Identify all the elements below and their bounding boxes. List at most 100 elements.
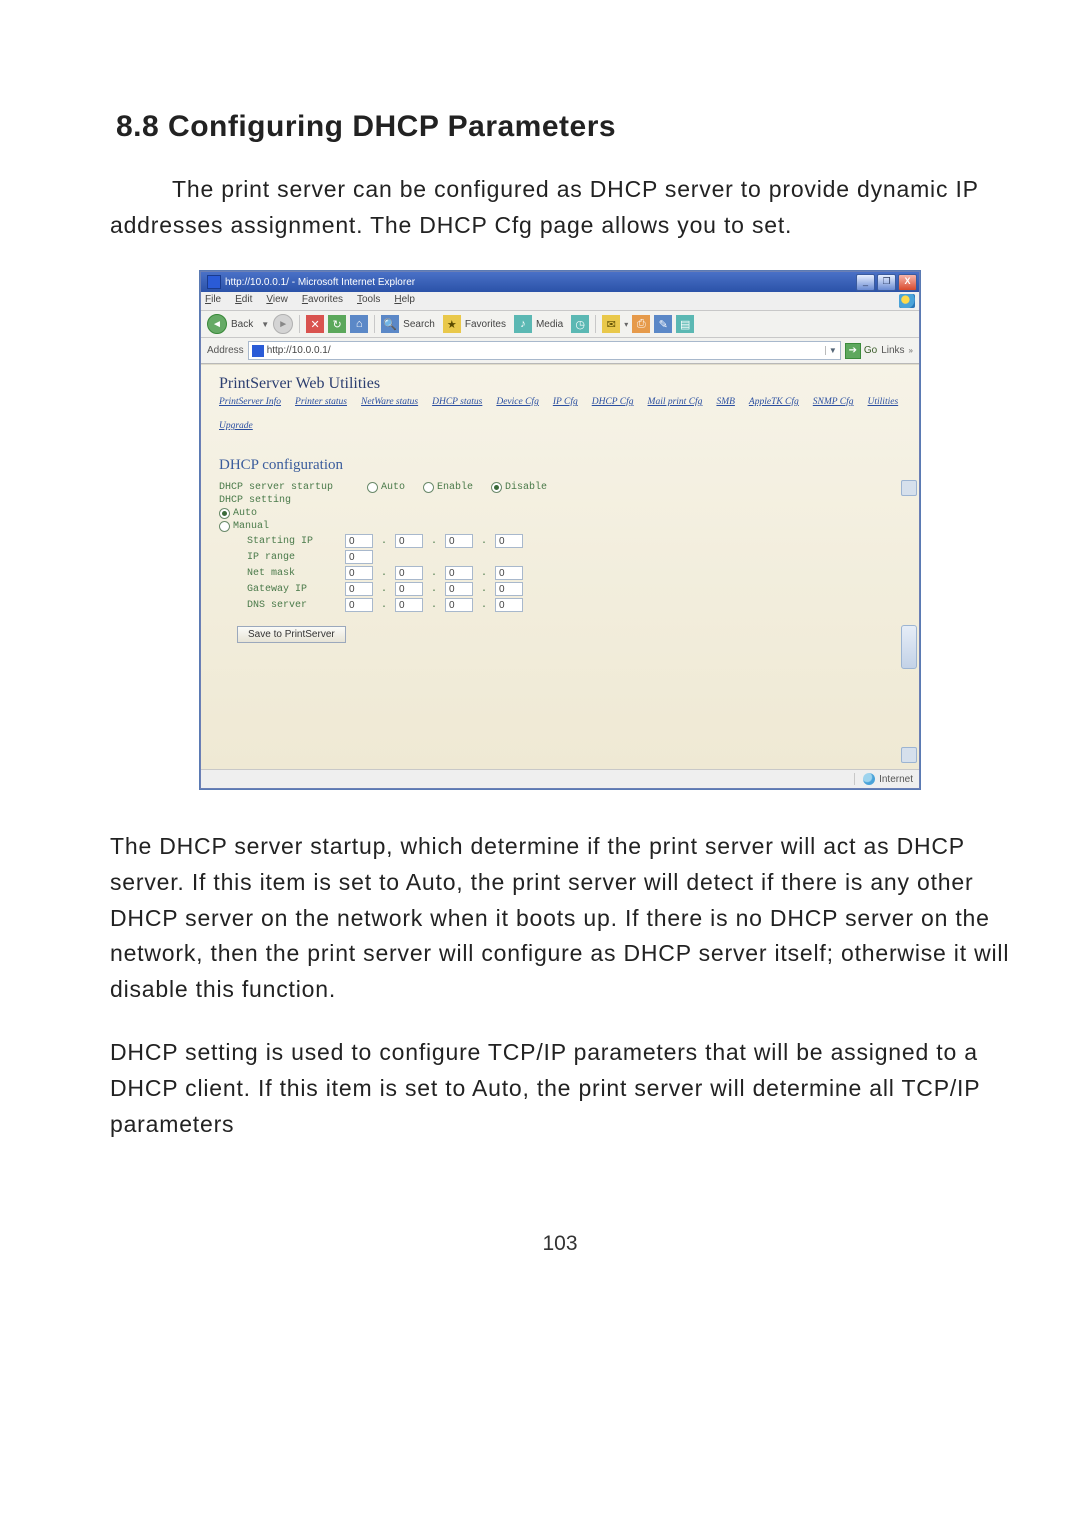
nav-device-cfg[interactable]: Device Cfg <box>496 397 538 407</box>
toolbar-separator <box>374 315 375 333</box>
netmask-octet3[interactable] <box>445 566 473 580</box>
favorites-icon[interactable]: ★ <box>443 315 461 333</box>
mail-dropdown-icon[interactable]: ▾ <box>624 320 628 329</box>
nav-printer-status[interactable]: Printer status <box>295 397 347 407</box>
close-button[interactable]: X <box>898 274 917 291</box>
nav-dhcp-status[interactable]: DHCP status <box>432 397 482 407</box>
document-page: 8.8 Configuring DHCP Parameters The prin… <box>0 0 1080 1316</box>
starting-ip-octet2[interactable] <box>395 534 423 548</box>
startup-disable-radio[interactable]: Disable <box>491 482 547 493</box>
dns-octet2[interactable] <box>395 598 423 612</box>
status-bar: Internet <box>201 769 919 788</box>
toolbar-separator <box>595 315 596 333</box>
starting-ip-octet1[interactable] <box>345 534 373 548</box>
media-icon[interactable]: ♪ <box>514 315 532 333</box>
menu-file[interactable]: File <box>205 294 221 308</box>
media-label: Media <box>536 319 563 330</box>
discuss-icon[interactable]: ▤ <box>676 315 694 333</box>
save-button[interactable]: Save to PrintServer <box>237 626 346 643</box>
scroll-up-button[interactable] <box>901 480 917 496</box>
gateway-octet3[interactable] <box>445 582 473 596</box>
back-dropdown-icon[interactable]: ▼ <box>261 320 269 329</box>
netmask-row: Net mask . . . <box>219 566 919 580</box>
section-heading: 8.8 Configuring DHCP Parameters <box>116 110 1010 144</box>
radio-label: Disable <box>505 482 547 493</box>
edit-icon[interactable]: ✎ <box>654 315 672 333</box>
radio-icon <box>423 482 434 493</box>
netmask-octet1[interactable] <box>345 566 373 580</box>
content-header: PrintServer Web Utilities PrintServer In… <box>201 365 919 437</box>
starting-ip-octet4[interactable] <box>495 534 523 548</box>
home-button[interactable]: ⌂ <box>350 315 368 333</box>
address-bar: Address http://10.0.0.1/ ▼ ➔ Go Links » <box>201 338 919 364</box>
menu-view[interactable]: View <box>266 294 288 308</box>
gateway-octet4[interactable] <box>495 582 523 596</box>
nav-ip-cfg[interactable]: IP Cfg <box>553 397 578 407</box>
gateway-label: Gateway IP <box>247 584 337 595</box>
refresh-button[interactable]: ↻ <box>328 315 346 333</box>
setting-auto-radio[interactable]: Auto <box>219 508 257 519</box>
nav-netware-status[interactable]: NetWare status <box>361 397 418 407</box>
window-controls: _ ❐ X <box>856 274 917 291</box>
back-button[interactable]: ◄ <box>207 314 227 334</box>
nav-appletk-cfg[interactable]: AppleTK Cfg <box>749 397 799 407</box>
radio-label: Manual <box>233 521 269 532</box>
ie-logo-icon <box>899 294 915 308</box>
url-page-icon <box>252 345 264 357</box>
mail-icon[interactable]: ✉ <box>602 315 620 333</box>
starting-ip-octet3[interactable] <box>445 534 473 548</box>
nav-smb[interactable]: SMB <box>716 397 734 407</box>
netmask-octet2[interactable] <box>395 566 423 580</box>
ie-icon <box>207 275 221 289</box>
starting-ip-row: Starting IP . . . <box>219 534 919 548</box>
stop-button[interactable]: ✕ <box>306 315 324 333</box>
nav-upgrade[interactable]: Upgrade <box>219 421 253 431</box>
links-chevron-icon[interactable]: » <box>909 346 913 355</box>
nav-snmp-cfg[interactable]: SNMP Cfg <box>813 397 854 407</box>
scroll-thumb[interactable] <box>901 625 917 669</box>
gateway-octet2[interactable] <box>395 582 423 596</box>
radio-icon <box>219 508 230 519</box>
menu-edit[interactable]: Edit <box>235 294 252 308</box>
scroll-down-button[interactable] <box>901 747 917 763</box>
url-input[interactable]: http://10.0.0.1/ ▼ <box>248 341 841 360</box>
app-title: PrintServer Web Utilities <box>219 375 901 393</box>
browser-screenshot: http://10.0.0.1/ - Microsoft Internet Ex… <box>200 271 920 789</box>
ip-range-input[interactable] <box>345 550 373 564</box>
utility-nav: PrintServer Info Printer status NetWare … <box>219 397 901 431</box>
dhcp-setting-label: DHCP setting <box>219 495 359 506</box>
go-button[interactable]: ➔ Go <box>845 343 877 359</box>
url-dropdown-icon[interactable]: ▼ <box>825 346 837 355</box>
menu-tools[interactable]: Tools <box>357 294 380 308</box>
dns-octet1[interactable] <box>345 598 373 612</box>
links-label[interactable]: Links <box>881 345 904 356</box>
startup-auto-radio[interactable]: Auto <box>367 482 405 493</box>
nav-printserver-info[interactable]: PrintServer Info <box>219 397 281 407</box>
menu-help[interactable]: Help <box>394 294 415 308</box>
dns-row: DNS server . . . <box>219 598 919 612</box>
menu-favorites[interactable]: Favorites <box>302 294 343 308</box>
print-icon[interactable]: ⎙ <box>632 315 650 333</box>
forward-button[interactable]: ► <box>273 314 293 334</box>
startup-enable-radio[interactable]: Enable <box>423 482 473 493</box>
nav-utilities[interactable]: Utilities <box>868 397 899 407</box>
favorites-label: Favorites <box>465 319 506 330</box>
history-icon[interactable]: ◷ <box>571 315 589 333</box>
dns-octet3[interactable] <box>445 598 473 612</box>
search-icon[interactable]: 🔍 <box>381 315 399 333</box>
ip-range-label: IP range <box>247 552 337 563</box>
setting-manual-radio[interactable]: Manual <box>219 521 269 532</box>
gateway-octet1[interactable] <box>345 582 373 596</box>
minimize-button[interactable]: _ <box>856 274 875 291</box>
nav-mailprint-cfg[interactable]: Mail print Cfg <box>648 397 703 407</box>
netmask-octet4[interactable] <box>495 566 523 580</box>
go-label: Go <box>864 345 877 356</box>
back-label: Back <box>231 319 253 330</box>
startup-label: DHCP server startup <box>219 482 359 493</box>
nav-dhcp-cfg[interactable]: DHCP Cfg <box>592 397 634 407</box>
radio-icon <box>491 482 502 493</box>
setting-auto-row: Auto <box>219 508 919 519</box>
dns-octet4[interactable] <box>495 598 523 612</box>
radio-label: Auto <box>233 508 257 519</box>
maximize-button[interactable]: ❐ <box>877 274 896 291</box>
